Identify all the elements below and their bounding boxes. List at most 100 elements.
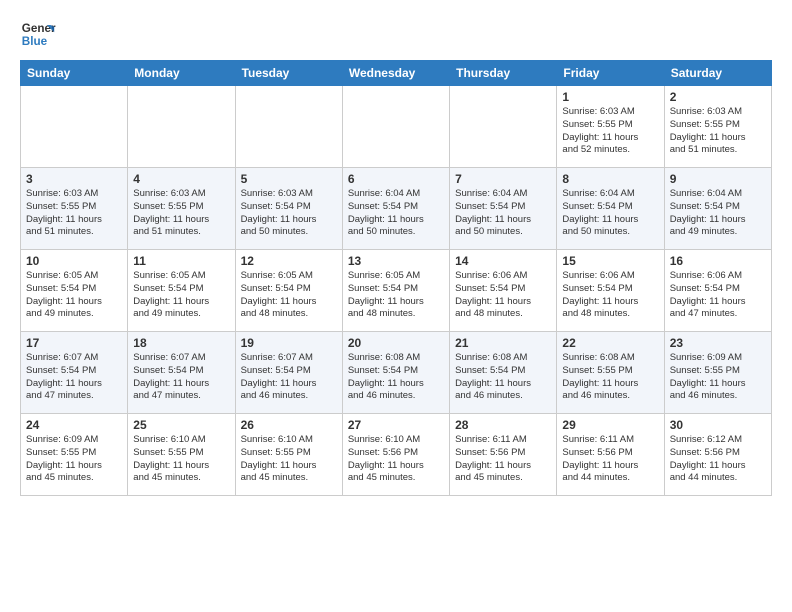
day-info: Sunrise: 6:11 AM Sunset: 5:56 PM Dayligh… <box>455 434 551 485</box>
day-number: 6 <box>348 172 444 186</box>
weekday-header-thursday: Thursday <box>450 61 557 86</box>
day-cell: 12 Sunrise: 6:05 AM Sunset: 5:54 PM Dayli… <box>235 250 342 332</box>
weekday-header-tuesday: Tuesday <box>235 61 342 86</box>
day-info: Sunrise: 6:04 AM Sunset: 5:54 PM Dayligh… <box>562 188 658 239</box>
day-cell: 29 Sunrise: 6:11 AM Sunset: 5:56 PM Dayli… <box>557 414 664 496</box>
day-info: Sunrise: 6:08 AM Sunset: 5:54 PM Dayligh… <box>348 352 444 403</box>
day-cell: 3 Sunrise: 6:03 AM Sunset: 5:55 PM Daylig… <box>21 168 128 250</box>
day-cell <box>21 86 128 168</box>
day-info: Sunrise: 6:08 AM Sunset: 5:54 PM Dayligh… <box>455 352 551 403</box>
day-info: Sunrise: 6:03 AM Sunset: 5:55 PM Dayligh… <box>562 106 658 157</box>
day-info: Sunrise: 6:04 AM Sunset: 5:54 PM Dayligh… <box>348 188 444 239</box>
day-cell: 6 Sunrise: 6:04 AM Sunset: 5:54 PM Daylig… <box>342 168 449 250</box>
day-number: 15 <box>562 254 658 268</box>
day-cell: 27Sunrise: 6:10 AM Sunset: 5:56 PM Dayli… <box>342 414 449 496</box>
day-cell: 16Sunrise: 6:06 AM Sunset: 5:54 PM Dayli… <box>664 250 771 332</box>
day-info: Sunrise: 6:07 AM Sunset: 5:54 PM Dayligh… <box>133 352 229 403</box>
weekday-header-row: SundayMondayTuesdayWednesdayThursdayFrid… <box>21 61 772 86</box>
day-cell: 4 Sunrise: 6:03 AM Sunset: 5:55 PM Daylig… <box>128 168 235 250</box>
day-number: 23 <box>670 336 766 350</box>
day-info: Sunrise: 6:09 AM Sunset: 5:55 PM Dayligh… <box>26 434 122 485</box>
day-number: 3 <box>26 172 122 186</box>
week-row-2: 3 Sunrise: 6:03 AM Sunset: 5:55 PM Daylig… <box>21 168 772 250</box>
day-info: Sunrise: 6:05 AM Sunset: 5:54 PM Dayligh… <box>348 270 444 321</box>
day-cell: 1 Sunrise: 6:03 AM Sunset: 5:55 PM Daylig… <box>557 86 664 168</box>
day-number: 12 <box>241 254 337 268</box>
day-number: 18 <box>133 336 229 350</box>
week-row-4: 17Sunrise: 6:07 AM Sunset: 5:54 PM Dayli… <box>21 332 772 414</box>
day-number: 22 <box>562 336 658 350</box>
day-cell: 24 Sunrise: 6:09 AM Sunset: 5:55 PM Dayli… <box>21 414 128 496</box>
day-cell: 11Sunrise: 6:05 AM Sunset: 5:54 PM Dayli… <box>128 250 235 332</box>
day-cell: 9Sunrise: 6:04 AM Sunset: 5:54 PM Daylig… <box>664 168 771 250</box>
day-cell: 18 Sunrise: 6:07 AM Sunset: 5:54 PM Dayli… <box>128 332 235 414</box>
day-cell: 15 Sunrise: 6:06 AM Sunset: 5:54 PM Dayli… <box>557 250 664 332</box>
weekday-header-saturday: Saturday <box>664 61 771 86</box>
day-number: 10 <box>26 254 122 268</box>
day-cell: 17Sunrise: 6:07 AM Sunset: 5:54 PM Dayli… <box>21 332 128 414</box>
week-row-5: 24 Sunrise: 6:09 AM Sunset: 5:55 PM Dayli… <box>21 414 772 496</box>
day-number: 8 <box>562 172 658 186</box>
day-info: Sunrise: 6:08 AM Sunset: 5:55 PM Dayligh… <box>562 352 658 403</box>
day-info: Sunrise: 6:05 AM Sunset: 5:54 PM Dayligh… <box>241 270 337 321</box>
day-number: 24 <box>26 418 122 432</box>
week-row-3: 10 Sunrise: 6:05 AM Sunset: 5:54 PM Dayli… <box>21 250 772 332</box>
day-info: Sunrise: 6:04 AM Sunset: 5:54 PM Dayligh… <box>670 188 766 239</box>
day-number: 30 <box>670 418 766 432</box>
day-number: 5 <box>241 172 337 186</box>
day-number: 26 <box>241 418 337 432</box>
day-cell: 22 Sunrise: 6:08 AM Sunset: 5:55 PM Dayli… <box>557 332 664 414</box>
day-number: 27 <box>348 418 444 432</box>
day-info: Sunrise: 6:11 AM Sunset: 5:56 PM Dayligh… <box>562 434 658 485</box>
day-cell <box>235 86 342 168</box>
day-info: Sunrise: 6:03 AM Sunset: 5:55 PM Dayligh… <box>670 106 766 157</box>
day-cell: 2 Sunrise: 6:03 AM Sunset: 5:55 PM Daylig… <box>664 86 771 168</box>
day-cell: 21 Sunrise: 6:08 AM Sunset: 5:54 PM Dayli… <box>450 332 557 414</box>
day-info: Sunrise: 6:06 AM Sunset: 5:54 PM Dayligh… <box>562 270 658 321</box>
day-cell: 13 Sunrise: 6:05 AM Sunset: 5:54 PM Dayli… <box>342 250 449 332</box>
day-number: 25 <box>133 418 229 432</box>
weekday-header-monday: Monday <box>128 61 235 86</box>
day-info: Sunrise: 6:07 AM Sunset: 5:54 PM Dayligh… <box>26 352 122 403</box>
day-number: 7 <box>455 172 551 186</box>
day-cell: 5 Sunrise: 6:03 AM Sunset: 5:54 PM Daylig… <box>235 168 342 250</box>
day-number: 19 <box>241 336 337 350</box>
day-info: Sunrise: 6:04 AM Sunset: 5:54 PM Dayligh… <box>455 188 551 239</box>
day-info: Sunrise: 6:05 AM Sunset: 5:54 PM Dayligh… <box>133 270 229 321</box>
day-info: Sunrise: 6:03 AM Sunset: 5:55 PM Dayligh… <box>133 188 229 239</box>
day-cell: 30 Sunrise: 6:12 AM Sunset: 5:56 PM Dayli… <box>664 414 771 496</box>
day-info: Sunrise: 6:03 AM Sunset: 5:54 PM Dayligh… <box>241 188 337 239</box>
day-cell <box>342 86 449 168</box>
day-cell: 28 Sunrise: 6:11 AM Sunset: 5:56 PM Dayli… <box>450 414 557 496</box>
day-number: 14 <box>455 254 551 268</box>
day-cell: 14 Sunrise: 6:06 AM Sunset: 5:54 PM Dayli… <box>450 250 557 332</box>
day-info: Sunrise: 6:12 AM Sunset: 5:56 PM Dayligh… <box>670 434 766 485</box>
day-cell: 25 Sunrise: 6:10 AM Sunset: 5:55 PM Dayli… <box>128 414 235 496</box>
day-cell: 23 Sunrise: 6:09 AM Sunset: 5:55 PM Dayli… <box>664 332 771 414</box>
day-info: Sunrise: 6:06 AM Sunset: 5:54 PM Dayligh… <box>670 270 766 321</box>
day-cell <box>450 86 557 168</box>
day-cell: 8 Sunrise: 6:04 AM Sunset: 5:54 PM Daylig… <box>557 168 664 250</box>
logo-icon: General Blue <box>20 16 56 52</box>
day-number: 21 <box>455 336 551 350</box>
day-cell: 10Sunrise: 6:05 AM Sunset: 5:54 PM Dayli… <box>21 250 128 332</box>
day-cell: 19Sunrise: 6:07 AM Sunset: 5:54 PM Dayli… <box>235 332 342 414</box>
day-number: 4 <box>133 172 229 186</box>
weekday-header-friday: Friday <box>557 61 664 86</box>
day-info: Sunrise: 6:03 AM Sunset: 5:55 PM Dayligh… <box>26 188 122 239</box>
day-number: 13 <box>348 254 444 268</box>
header: General Blue <box>20 16 772 52</box>
day-number: 1 <box>562 90 658 104</box>
week-row-1: 1 Sunrise: 6:03 AM Sunset: 5:55 PM Daylig… <box>21 86 772 168</box>
day-info: Sunrise: 6:06 AM Sunset: 5:54 PM Dayligh… <box>455 270 551 321</box>
day-cell: 26Sunrise: 6:10 AM Sunset: 5:55 PM Dayli… <box>235 414 342 496</box>
day-info: Sunrise: 6:09 AM Sunset: 5:55 PM Dayligh… <box>670 352 766 403</box>
day-info: Sunrise: 6:10 AM Sunset: 5:55 PM Dayligh… <box>133 434 229 485</box>
day-number: 20 <box>348 336 444 350</box>
day-number: 28 <box>455 418 551 432</box>
day-number: 29 <box>562 418 658 432</box>
svg-text:Blue: Blue <box>22 35 48 48</box>
weekday-header-wednesday: Wednesday <box>342 61 449 86</box>
day-cell <box>128 86 235 168</box>
day-number: 2 <box>670 90 766 104</box>
